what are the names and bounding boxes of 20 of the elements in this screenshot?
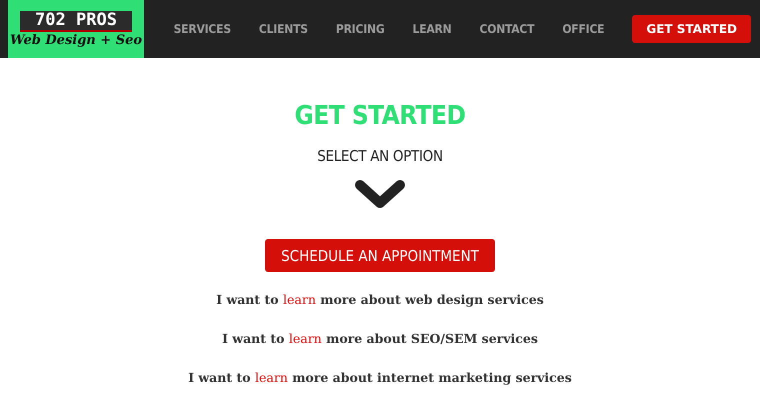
nav-link[interactable]: CLIENTS <box>258 22 308 36</box>
learn-link[interactable]: learn <box>288 331 322 346</box>
nav-link[interactable]: SERVICES <box>174 22 231 36</box>
option-sentence: I want to learn more about web design services <box>216 292 544 307</box>
chevron-down-icon <box>354 179 406 211</box>
nav-link[interactable]: PRICING <box>336 22 385 36</box>
get-started-button[interactable]: GET STARTED <box>632 15 751 43</box>
option-sentence: I want to learn more about SEO/SEM services <box>222 331 538 346</box>
option-sentence: I want to learn more about internet marketing services <box>188 370 572 385</box>
nav-link[interactable]: CONTACT <box>480 22 534 36</box>
logo-title: 702 PROS <box>20 10 132 32</box>
page-heading: GET STARTED <box>294 101 466 131</box>
nav-link[interactable]: OFFICE <box>562 22 604 36</box>
logo[interactable]: 702 PROS Web Design + Seo <box>8 0 144 58</box>
logo-tagline: Web Design + Seo <box>10 32 142 48</box>
schedule-appointment-button[interactable]: SCHEDULE AN APPOINTMENT <box>265 239 495 272</box>
nav-link[interactable]: LEARN <box>412 22 452 36</box>
learn-link[interactable]: learn <box>283 292 316 307</box>
subheading: SELECT AN OPTION <box>317 147 443 165</box>
learn-link[interactable]: learn <box>254 370 288 385</box>
